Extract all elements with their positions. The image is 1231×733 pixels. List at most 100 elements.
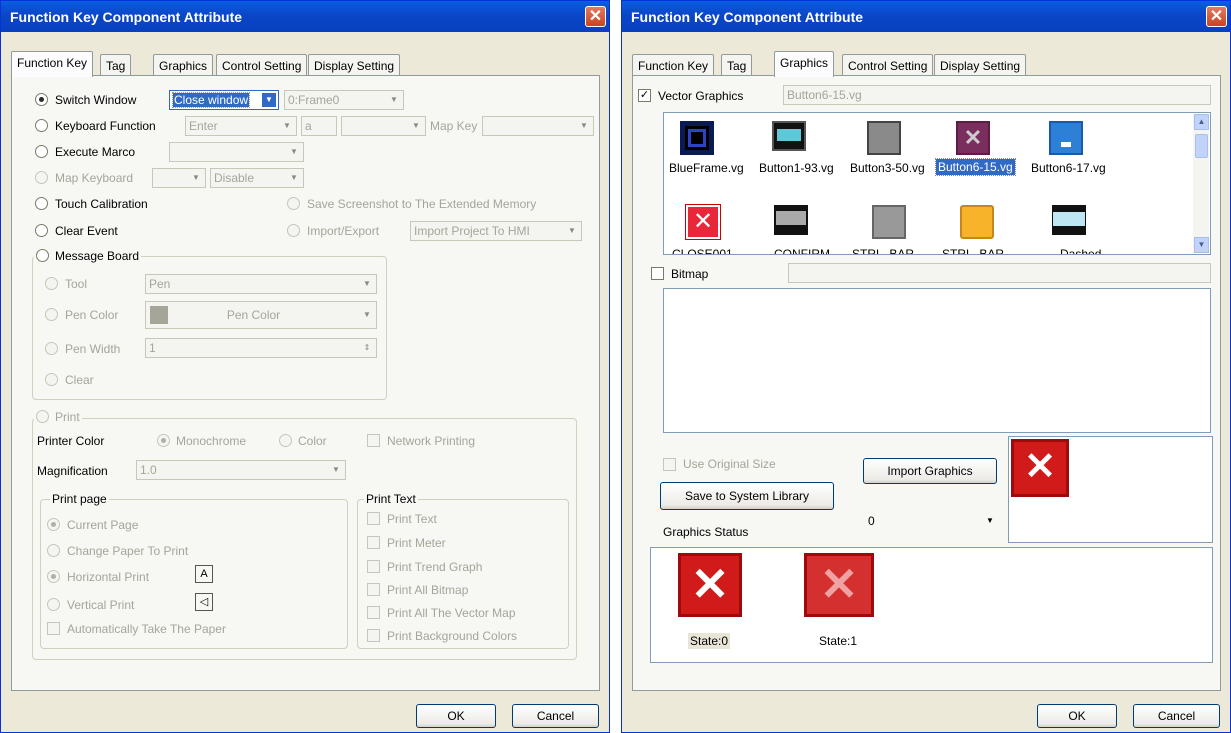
tab-display-setting[interactable]: Display Setting [308, 54, 401, 76]
state0-label: State:0 [688, 633, 731, 649]
vector-list-scrollbar[interactable]: ▲ ▼ [1193, 114, 1209, 253]
tab-graphics[interactable]: Graphics [153, 54, 214, 76]
print-meter-checkbox[interactable] [367, 536, 380, 549]
close001-thumbnail[interactable]: ✕ [685, 204, 721, 240]
scroll-thumb[interactable] [1195, 134, 1208, 158]
tab-function-key[interactable]: Function Key [632, 54, 715, 76]
ok-button[interactable]: OK [416, 704, 496, 728]
auto-take-paper-checkbox[interactable] [47, 622, 60, 635]
graphics-status-strip[interactable]: ✕ State:0 ✕ State:1 [650, 547, 1213, 663]
clear-radio[interactable] [45, 373, 58, 386]
map-keyboard-select[interactable]: ▼ [152, 168, 206, 188]
print-vector-map-checkbox[interactable] [367, 606, 380, 619]
vector-graphics-checkbox[interactable]: ✓ [638, 89, 651, 102]
scroll-up-icon[interactable]: ▲ [1194, 114, 1209, 130]
tab-display-setting[interactable]: Display Setting [934, 54, 1027, 76]
vg-item[interactable]: CLOSE001 [672, 247, 733, 254]
close-icon[interactable]: ✕ [585, 6, 606, 27]
confirm-thumbnail[interactable] [774, 205, 808, 235]
map-keyboard-radio[interactable] [35, 171, 48, 184]
graphics-status-select[interactable]: 0 ▼ [865, 512, 999, 532]
button3-50-thumbnail[interactable] [867, 121, 901, 155]
state1-x-icon[interactable]: ✕ [804, 553, 874, 617]
pen-color-radio[interactable] [45, 308, 58, 321]
vg-item[interactable]: Dashed [1060, 247, 1101, 254]
vg-item[interactable]: STRL_BAR [852, 247, 914, 254]
pen-color-select[interactable]: Pen Color ▼ [145, 301, 377, 329]
import-graphics-button[interactable]: Import Graphics [863, 458, 997, 484]
keyboard-function-radio[interactable] [35, 119, 48, 132]
vg-item[interactable]: BlueFrame.vg [669, 161, 744, 175]
bitmap-list[interactable] [663, 288, 1211, 433]
network-printing-label: Network Printing [387, 434, 476, 448]
print-trend-graph-checkbox[interactable] [367, 560, 380, 573]
switch-window-select[interactable]: Close window ▼ [169, 90, 279, 110]
horizontal-print-radio[interactable] [47, 570, 60, 583]
keyboard-key-select[interactable]: ▼ [341, 116, 426, 136]
execute-marco-select[interactable]: ▼ [169, 142, 304, 162]
tab-graphics[interactable]: Graphics [774, 51, 835, 77]
color-radio[interactable] [279, 434, 292, 447]
tab-function-key[interactable]: Function Key [11, 51, 94, 77]
bitmap-checkbox[interactable] [651, 267, 664, 280]
tab-tag[interactable]: Tag [100, 54, 132, 76]
vg-item[interactable]: Button1-93.vg [759, 161, 834, 175]
pen-width-radio[interactable] [45, 342, 58, 355]
vg-item[interactable]: CONFIRM [774, 247, 830, 254]
save-screenshot-radio[interactable] [287, 197, 300, 210]
print-radio[interactable] [36, 410, 49, 423]
vg-item-selected[interactable]: Button6-15.vg [935, 158, 1016, 176]
print-all-bitmap-checkbox[interactable] [367, 583, 380, 596]
print-background-colors-checkbox[interactable] [367, 629, 380, 642]
print-trend-graph-item: Print Trend Graph [387, 560, 483, 574]
vertical-print-radio[interactable] [47, 598, 60, 611]
blueframe-thumbnail[interactable] [680, 121, 714, 155]
button6-17-thumbnail[interactable] [1049, 121, 1083, 155]
monochrome-radio[interactable] [157, 434, 170, 447]
strl-bar-thumbnail[interactable] [872, 205, 906, 239]
dashed-thumbnail[interactable] [1052, 205, 1086, 235]
vg-item[interactable]: STRL_BAR [942, 247, 1004, 254]
import-export-select[interactable]: Import Project To HMI ▼ [410, 221, 582, 241]
vector-graphics-list[interactable]: BlueFrame.vg Button1-93.vg Button3-50.vg… [663, 112, 1211, 255]
map-keyboard-mode-select[interactable]: Disable ▼ [210, 168, 304, 188]
tab-control-setting[interactable]: Control Setting [216, 54, 308, 76]
frame-select[interactable]: 0:Frame0 ▼ [284, 90, 404, 110]
button1-93-thumbnail[interactable] [772, 121, 806, 151]
use-original-size-checkbox[interactable] [663, 458, 676, 471]
state0-x-icon[interactable]: ✕ [678, 553, 742, 617]
import-export-radio[interactable] [287, 224, 300, 237]
print-vector-map-item: Print All The Vector Map [387, 606, 516, 620]
button6-15-thumbnail[interactable]: ✕ [956, 121, 990, 155]
print-text-checkbox[interactable] [367, 512, 380, 525]
close-icon[interactable]: ✕ [1206, 6, 1227, 27]
strl-bar-yellow-thumbnail[interactable] [960, 205, 994, 239]
clear-event-radio[interactable] [35, 224, 48, 237]
execute-marco-radio[interactable] [35, 145, 48, 158]
touch-calibration-radio[interactable] [35, 197, 48, 210]
keyboard-char-input[interactable]: a [301, 116, 337, 136]
cancel-button[interactable]: Cancel [1133, 704, 1220, 728]
map-key-select[interactable]: ▼ [482, 116, 594, 136]
tool-select[interactable]: Pen ▼ [145, 274, 377, 294]
pen-color-swatch [150, 306, 168, 324]
pen-width-spinner[interactable]: 1 ⇕ [145, 338, 377, 358]
current-page-radio[interactable] [47, 518, 60, 531]
change-paper-radio[interactable] [47, 544, 60, 557]
tool-radio[interactable] [45, 277, 58, 290]
ok-button[interactable]: OK [1037, 704, 1117, 728]
vg-item[interactable]: Button3-50.vg [850, 161, 925, 175]
vg-item[interactable]: Button6-17.vg [1031, 161, 1106, 175]
tab-control-setting[interactable]: Control Setting [842, 54, 934, 76]
network-printing-checkbox[interactable] [367, 434, 380, 447]
tab-tag[interactable]: Tag [721, 54, 753, 76]
preview-x-icon: ✕ [1011, 439, 1069, 497]
cancel-button[interactable]: Cancel [512, 704, 599, 728]
save-system-library-button[interactable]: Save to System Library [660, 482, 834, 510]
switch-window-radio[interactable] [35, 93, 48, 106]
keyboard-function-select[interactable]: Enter ▼ [185, 116, 297, 136]
scroll-down-icon[interactable]: ▼ [1194, 237, 1209, 253]
clear-label: Clear [65, 373, 94, 387]
magnification-select[interactable]: 1.0 ▼ [136, 460, 346, 480]
message-board-radio[interactable] [36, 249, 49, 262]
